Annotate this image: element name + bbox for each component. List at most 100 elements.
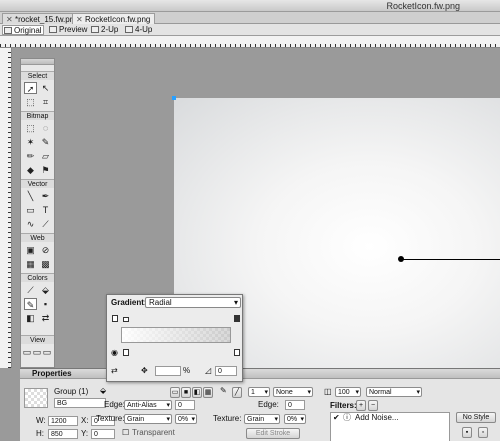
tools-panel: Select ➚ ↖ ⬚ ⌗ Bitmap ⬚ ◌ ✶ ✎ ✏ ▱ ◆ ⚑ Ve… bbox=[20, 58, 55, 368]
four-up-view-button[interactable]: 4-Up bbox=[124, 25, 156, 35]
blur-tool-icon[interactable]: ◆ bbox=[24, 164, 37, 176]
paint-bucket-tool-icon[interactable]: ⬙ bbox=[39, 284, 52, 296]
width-field[interactable]: 1200 bbox=[48, 416, 78, 426]
stroke-texture-amount[interactable]: 0% bbox=[284, 414, 306, 424]
gradient-color-stop-right[interactable] bbox=[234, 349, 240, 356]
gradient-opacity-stop-left[interactable] bbox=[112, 315, 118, 322]
remove-filter-button[interactable]: − bbox=[368, 400, 378, 411]
filter-enabled-checkmark-icon[interactable]: ✔ bbox=[333, 413, 340, 423]
height-field[interactable]: 850 bbox=[48, 429, 78, 439]
swap-gradient-icon[interactable]: ⇄ bbox=[111, 366, 118, 375]
subselect-tool-icon[interactable]: ↖ bbox=[39, 82, 52, 94]
slice-tool-icon[interactable]: ⊘ bbox=[39, 244, 52, 256]
gradient-color-stop-left[interactable] bbox=[123, 349, 129, 356]
pencil-tool-icon[interactable]: ✏ bbox=[24, 150, 37, 162]
filter-item-add-noise[interactable]: Add Noise... bbox=[355, 413, 399, 423]
hide-slices-icon[interactable]: ▦ bbox=[24, 258, 37, 270]
gradient-opacity-stop-right[interactable] bbox=[234, 315, 240, 322]
add-filter-button[interactable]: + bbox=[356, 400, 366, 411]
filter-info-icon[interactable]: ⓘ bbox=[343, 413, 351, 423]
gradient-preview-bar[interactable] bbox=[121, 327, 231, 343]
selection-anchor-handle[interactable] bbox=[172, 96, 176, 100]
two-up-icon bbox=[91, 26, 99, 33]
gradient-start-handle[interactable] bbox=[398, 256, 404, 262]
brush-tool-icon[interactable]: ✎ bbox=[39, 136, 52, 148]
properties-title: Properties bbox=[32, 369, 72, 378]
stamp-tool-icon[interactable]: ⚑ bbox=[39, 164, 52, 176]
preview-label: Preview bbox=[59, 25, 88, 34]
full-screen-menu-mode-icon[interactable]: ▭ bbox=[32, 346, 42, 358]
gradient-vector-line[interactable] bbox=[402, 259, 500, 260]
swap-colors-icon[interactable]: ⇄ bbox=[39, 312, 52, 324]
stroke-texture-dropdown[interactable]: Grain bbox=[244, 414, 280, 424]
knife-tool-icon[interactable]: ⟋ bbox=[39, 218, 52, 230]
fill-edge-amount[interactable]: 0 bbox=[175, 400, 195, 410]
opacity-icon: ◫ bbox=[324, 387, 332, 396]
gradient-opacity-stop-marker[interactable] bbox=[123, 317, 129, 322]
original-view-icon bbox=[4, 27, 12, 34]
fill-pattern-button[interactable]: ▦ bbox=[203, 387, 213, 398]
show-slices-icon[interactable]: ▩ bbox=[39, 258, 52, 270]
stroke-color-swatch[interactable]: ✎ bbox=[24, 298, 37, 310]
rectangle-tool-icon[interactable]: ▭ bbox=[24, 204, 37, 216]
crop-tool-icon[interactable]: ⌗ bbox=[39, 96, 52, 108]
fill-solid-button[interactable]: ■ bbox=[181, 387, 191, 398]
eyedropper-tool-icon[interactable]: ⟋ bbox=[24, 284, 37, 296]
line-tool-icon[interactable]: ╲ bbox=[24, 190, 37, 202]
object-name-field[interactable]: BG bbox=[54, 398, 106, 408]
vertical-ruler[interactable] bbox=[0, 48, 12, 368]
tab-label: RocketIcon.fw.png bbox=[85, 15, 151, 24]
stroke-color-button[interactable]: ╱ bbox=[232, 387, 242, 398]
style-options-icon[interactable]: ▫ bbox=[478, 427, 488, 438]
freeform-tool-icon[interactable]: ∿ bbox=[24, 218, 37, 230]
filters-list[interactable]: ✔ ⓘ Add Noise... bbox=[330, 412, 450, 441]
transparent-checkbox[interactable]: ☐ bbox=[122, 428, 129, 438]
marquee-tool-icon[interactable]: ⬚ bbox=[24, 122, 37, 134]
text-tool-icon[interactable]: T bbox=[39, 204, 52, 216]
scale-tool-icon[interactable]: ⬚ bbox=[24, 96, 37, 108]
fill-edge-dropdown[interactable]: Anti-Alias bbox=[124, 400, 172, 410]
fill-none-button[interactable]: ▭ bbox=[170, 387, 180, 398]
fill-texture-dropdown[interactable]: Grain bbox=[124, 414, 172, 424]
preview-view-button[interactable]: Preview bbox=[48, 25, 88, 35]
pen-tool-icon[interactable]: ✒ bbox=[39, 190, 52, 202]
stroke-type-dropdown[interactable]: None bbox=[273, 387, 313, 397]
eraser-tool-icon[interactable]: ▱ bbox=[39, 150, 52, 162]
gradient-angle-field[interactable]: 0 bbox=[215, 366, 237, 376]
properties-panel-header[interactable]: Properties bbox=[20, 369, 500, 379]
default-colors-icon[interactable]: ◧ bbox=[24, 312, 37, 324]
magic-wand-tool-icon[interactable]: ✶ bbox=[24, 136, 37, 148]
move-gradient-icon[interactable]: ✥ bbox=[141, 366, 148, 375]
fill-gradient-button[interactable]: ◧ bbox=[192, 387, 202, 398]
two-up-view-button[interactable]: 2-Up bbox=[90, 25, 122, 35]
y-field[interactable]: 0 bbox=[91, 429, 115, 439]
stroke-edge-amount[interactable]: 0 bbox=[285, 400, 305, 410]
four-up-label: 4-Up bbox=[135, 25, 153, 34]
tools-panel-header[interactable] bbox=[21, 59, 54, 65]
fill-texture-amount[interactable]: 0% bbox=[175, 414, 197, 424]
pointer-tool-icon[interactable]: ➚ bbox=[24, 82, 37, 94]
stroke-pencil-icon[interactable]: ✎ bbox=[220, 386, 227, 396]
edit-stroke-button[interactable]: Edit Stroke bbox=[246, 428, 300, 439]
fill-color-swatch[interactable]: ▪ bbox=[39, 298, 52, 310]
percent-symbol: % bbox=[183, 366, 191, 375]
style-button[interactable]: No Style bbox=[456, 412, 496, 423]
hotspot-tool-icon[interactable]: ▣ bbox=[24, 244, 37, 256]
tools-section-colors: Colors bbox=[21, 273, 54, 282]
standard-screen-mode-icon[interactable]: ▭ bbox=[22, 346, 32, 358]
fill-bucket-icon[interactable]: ⬙ bbox=[100, 386, 106, 396]
stroke-size-field[interactable]: 1 bbox=[248, 387, 270, 397]
lasso-tool-icon[interactable]: ◌ bbox=[39, 122, 52, 134]
tab-rocket-icon[interactable]: ✕ RocketIcon.fw.png bbox=[72, 13, 156, 24]
gradient-type-dropdown[interactable]: Radial bbox=[145, 297, 241, 308]
x-label: X: bbox=[81, 416, 89, 425]
full-screen-mode-icon[interactable]: ▭ bbox=[42, 346, 52, 358]
new-style-icon[interactable]: ▪ bbox=[462, 427, 472, 438]
color-wheel-icon[interactable]: ◉ bbox=[111, 348, 118, 357]
gradient-amount-field[interactable] bbox=[155, 366, 181, 376]
fill-texture-label: Texture: bbox=[96, 414, 125, 423]
original-view-button[interactable]: Original bbox=[2, 25, 44, 35]
blend-mode-dropdown[interactable]: Normal bbox=[366, 387, 422, 397]
opacity-field[interactable]: 100 bbox=[335, 387, 361, 397]
horizontal-ruler[interactable] bbox=[0, 36, 500, 48]
